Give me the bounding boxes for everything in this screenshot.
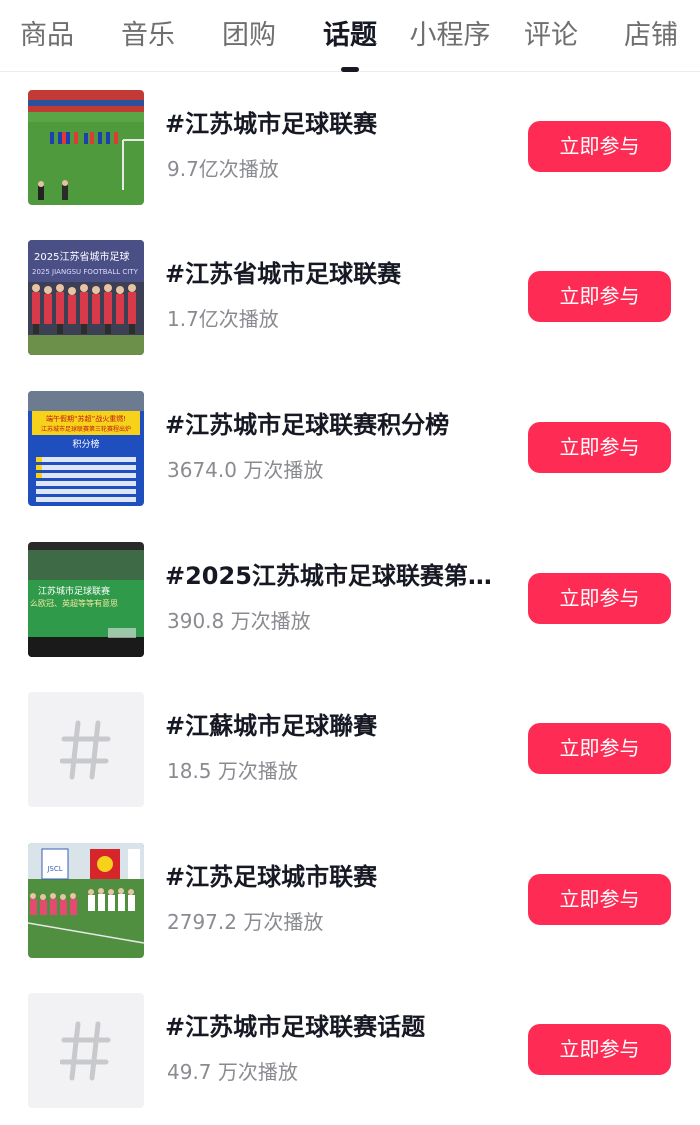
hash-placeholder-icon: [28, 993, 144, 1108]
play-count: 390.8 万次播放: [167, 609, 311, 633]
tab-mini-programs[interactable]: 小程序: [410, 16, 491, 56]
play-count: 1.7亿次播放: [167, 307, 279, 331]
tab-comments[interactable]: 评论: [524, 16, 578, 56]
tab-stores[interactable]: 店铺: [624, 16, 678, 56]
tab-group-buy[interactable]: 团购: [222, 16, 276, 56]
play-count: 18.5 万次播放: [167, 759, 298, 783]
topic-title: #江苏足球城市联赛: [165, 863, 378, 891]
topic-row[interactable]: #江苏城市足球联赛 9.7亿次播放 立即参与: [0, 72, 700, 222]
play-count: 2797.2 万次播放: [167, 910, 324, 934]
topic-row[interactable]: #江蘇城市足球聯賽 18.5 万次播放 立即参与: [0, 674, 700, 824]
play-count: 3674.0 万次播放: [167, 458, 324, 482]
topic-thumbnail: [28, 90, 144, 205]
banner-subtext: 2025 JIANGSU FOOTBALL CITY: [32, 268, 139, 276]
join-button[interactable]: 立即参与: [528, 422, 671, 473]
topic-thumbnail: [28, 692, 144, 807]
screen-subcaption: 么欧冠、英超等等有意思: [30, 598, 118, 608]
join-button[interactable]: 立即参与: [528, 723, 671, 774]
standings-headline: 端午假期“苏超”战火重燃!: [46, 414, 126, 423]
play-count: 9.7亿次播放: [167, 157, 279, 181]
topic-row[interactable]: JSCL #江苏足球城市联赛 2797.2 万次播放 立即参与: [0, 825, 700, 975]
screen-caption: 江苏城市足球联赛: [38, 585, 110, 597]
play-count: 49.7 万次播放: [167, 1060, 298, 1084]
join-button[interactable]: 立即参与: [528, 1024, 671, 1075]
standings-subheadline: 江苏城市足球联赛第三轮赛程出炉: [41, 425, 131, 433]
standings-title: 积分榜: [72, 438, 99, 450]
banner-text: 2025江苏省城市足球: [34, 250, 129, 263]
topic-thumbnail: 2025江苏省城市足球 2025 JIANGSU FOOTBALL CITY: [28, 240, 144, 355]
topic-title: #2025江苏城市足球联赛第三轮: [165, 562, 495, 590]
topic-row[interactable]: 2025江苏省城市足球 2025 JIANGSU FOOTBALL CITY #…: [0, 222, 700, 372]
join-button[interactable]: 立即参与: [528, 121, 671, 172]
topic-row[interactable]: #江苏城市足球联赛话题 49.7 万次播放 立即参与: [0, 975, 700, 1125]
join-button[interactable]: 立即参与: [528, 271, 671, 322]
join-button[interactable]: 立即参与: [528, 573, 671, 624]
topic-thumbnail: 端午假期“苏超”战火重燃! 江苏城市足球联赛第三轮赛程出炉 积分榜: [28, 391, 144, 506]
topic-title: #江苏省城市足球联赛: [165, 260, 402, 288]
topic-thumbnail: [28, 993, 144, 1108]
league-badge: JSCL: [46, 865, 62, 873]
topic-row[interactable]: 江苏城市足球联赛 么欧冠、英超等等有意思 #2025江苏城市足球联赛第三轮 39…: [0, 524, 700, 674]
topic-title: #江苏城市足球联赛话题: [165, 1013, 426, 1041]
tab-topics[interactable]: 话题: [323, 16, 377, 56]
topic-thumbnail: 江苏城市足球联赛 么欧冠、英超等等有意思: [28, 542, 144, 657]
topic-row[interactable]: 端午假期“苏超”战火重燃! 江苏城市足球联赛第三轮赛程出炉 积分榜 #江苏城市足…: [0, 373, 700, 523]
topic-thumbnail: JSCL: [28, 843, 144, 958]
tab-goods[interactable]: 商品: [20, 16, 74, 56]
topic-title: #江苏城市足球联赛: [165, 110, 378, 138]
topic-title: #江蘇城市足球聯賽: [165, 712, 378, 740]
hash-placeholder-icon: [28, 692, 144, 807]
topic-title: #江苏城市足球联赛积分榜: [165, 411, 450, 439]
join-button[interactable]: 立即参与: [528, 874, 671, 925]
tab-music[interactable]: 音乐: [121, 16, 175, 56]
category-tabs: 商品 音乐 团购 话题 小程序 评论 店铺: [0, 0, 700, 72]
